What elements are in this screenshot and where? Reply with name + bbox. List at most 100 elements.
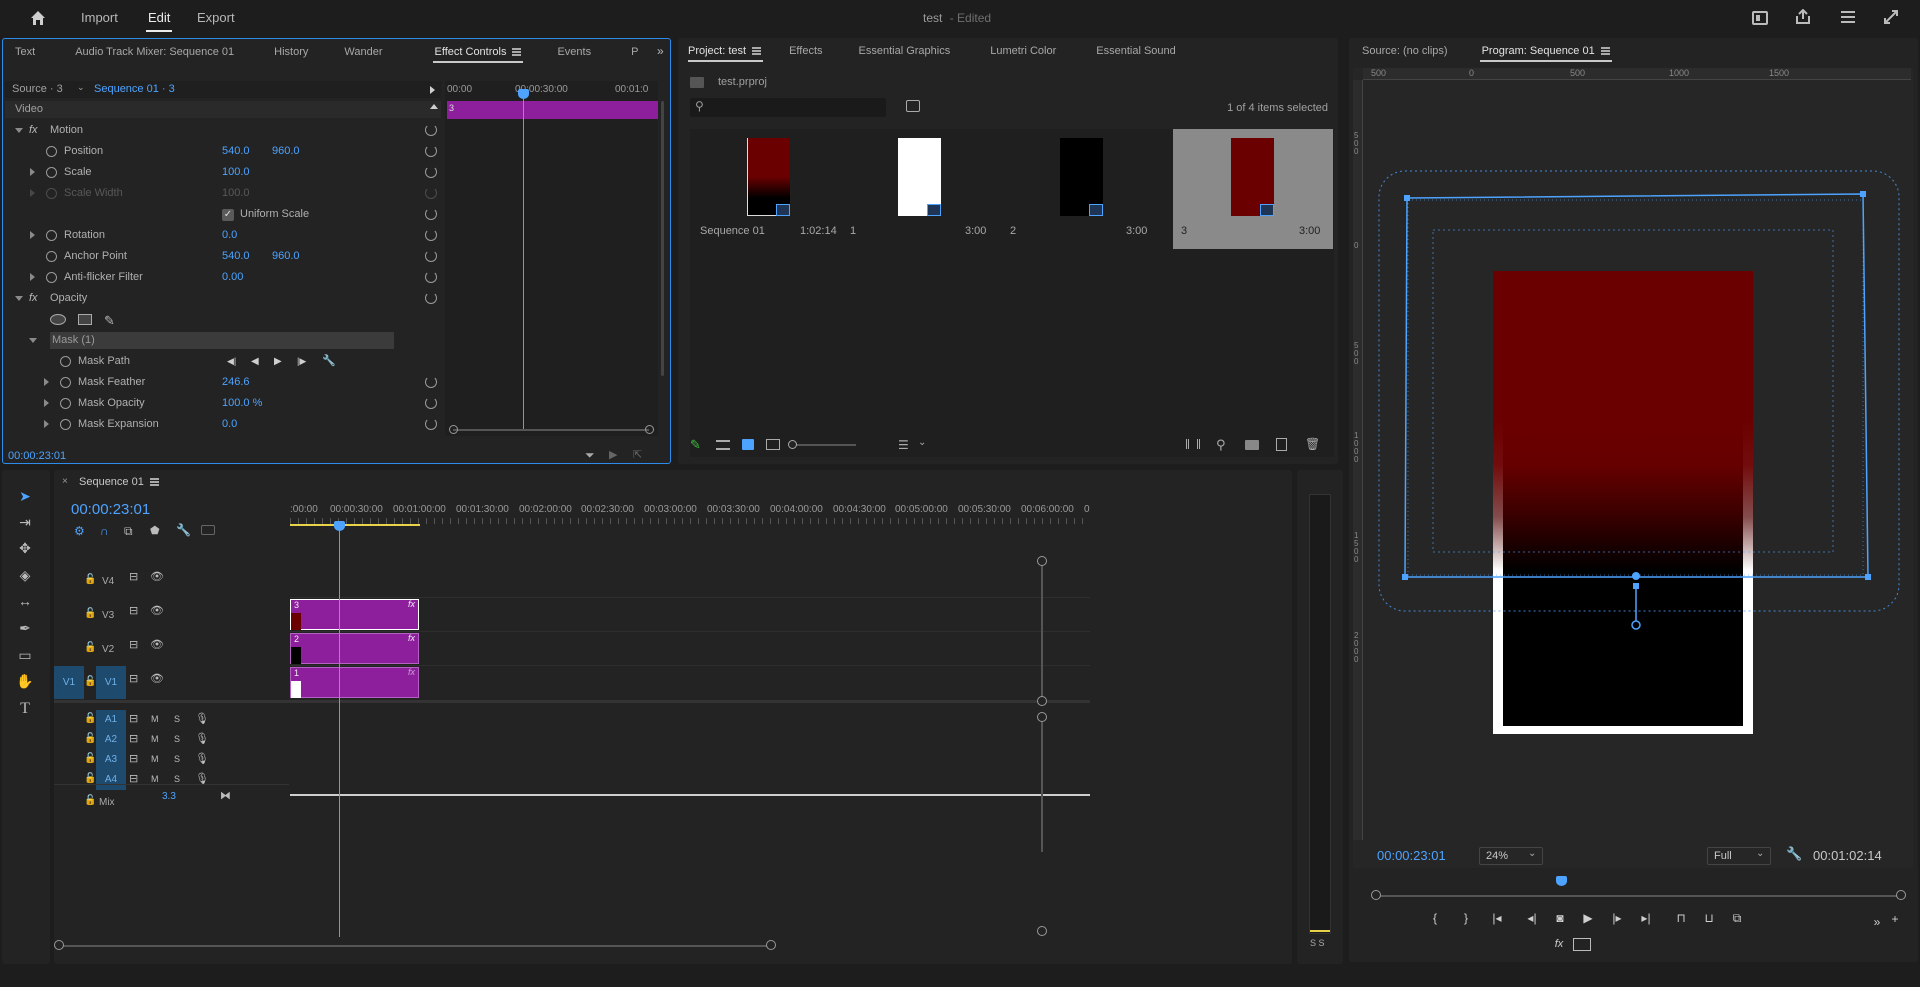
settings-wrench-icon[interactable]: 🔧 xyxy=(1786,846,1802,862)
new-bin-from-search-icon[interactable] xyxy=(906,100,920,112)
mix-end-icon[interactable]: ⧓ xyxy=(220,789,231,802)
timeline-hscroll[interactable] xyxy=(59,945,771,947)
project-search[interactable]: ⚲ xyxy=(690,98,886,117)
menu-import[interactable]: Import xyxy=(81,10,118,25)
expand-mask-icon[interactable] xyxy=(29,338,37,343)
timeline-hscroll-left[interactable] xyxy=(54,940,64,950)
tab-project[interactable]: Project: test xyxy=(678,38,773,64)
tab-source[interactable]: Source: (no clips) xyxy=(1349,38,1460,64)
automate-to-sequence-icon[interactable] xyxy=(1186,439,1200,449)
share-icon[interactable] xyxy=(1795,8,1811,25)
monitor-scrub-right[interactable] xyxy=(1896,890,1906,900)
selection-tool-icon[interactable]: ➤ xyxy=(16,488,34,506)
freeform-view-icon[interactable] xyxy=(766,439,780,450)
mute-button[interactable]: M xyxy=(151,754,159,764)
uniform-scale-checkbox[interactable]: ✓ xyxy=(222,209,234,221)
tab-effect-controls[interactable]: Effect Controls xyxy=(423,39,534,65)
fx-toggle-icon[interactable]: fx xyxy=(1549,938,1569,950)
position-x-value[interactable]: 540.0 xyxy=(222,143,250,160)
lock-icon[interactable]: 🔓 xyxy=(84,574,96,585)
expand-scale-icon[interactable] xyxy=(30,168,35,176)
expand-motion-icon[interactable] xyxy=(15,128,23,133)
sync-lock-icon[interactable]: ⊟ xyxy=(129,604,138,617)
menu-edit[interactable]: Edit xyxy=(148,10,170,25)
tab-program[interactable]: Program: Sequence 01 xyxy=(1470,38,1622,64)
track-a2-label[interactable]: A2 xyxy=(96,730,126,750)
overflow-tabs-icon[interactable]: » xyxy=(657,44,664,58)
lock-icon[interactable]: 🔓 xyxy=(84,773,96,784)
mix-level-line[interactable] xyxy=(290,794,1090,796)
anchor-x-value[interactable]: 540.0 xyxy=(222,248,250,265)
reset-icon[interactable] xyxy=(425,145,437,157)
lock-icon[interactable]: 🔓 xyxy=(84,642,96,653)
fx-icon[interactable]: fx xyxy=(29,122,38,139)
panel-menu-icon[interactable] xyxy=(1600,47,1610,56)
slip-tool-icon[interactable]: ↔ xyxy=(16,593,34,611)
ec-playhead-handle[interactable] xyxy=(518,89,529,99)
clip-3[interactable]: 3 fx xyxy=(290,599,419,630)
reset-icon[interactable] xyxy=(425,250,437,262)
reset-icon[interactable] xyxy=(425,397,437,409)
reset-icon[interactable] xyxy=(425,418,437,430)
stopwatch-icon[interactable] xyxy=(46,146,57,157)
stopwatch-icon[interactable] xyxy=(46,251,57,262)
step-back-icon[interactable]: ◂| xyxy=(1522,911,1542,925)
monitor-playhead[interactable] xyxy=(1556,876,1567,886)
filter-icon[interactable]: ⏷ xyxy=(585,448,595,463)
add-marker-icon[interactable]: ⬟ xyxy=(150,524,160,537)
track-backward-icon[interactable]: ◀| xyxy=(227,353,236,370)
tab-events[interactable]: Events xyxy=(545,39,603,65)
nest-icon[interactable]: ⚙ xyxy=(74,524,85,538)
solo-button[interactable]: S xyxy=(174,734,180,744)
project-item-sequence[interactable]: Sequence 01 1:02:14 xyxy=(690,129,850,249)
tab-effects[interactable]: Effects xyxy=(777,38,834,64)
ripple-edit-tool-icon[interactable]: ✥ xyxy=(16,540,34,558)
new-item-icon[interactable] xyxy=(1276,438,1287,451)
audio-vscroll-top[interactable] xyxy=(1037,712,1047,722)
program-timecode[interactable]: 00:00:23:01 xyxy=(1377,848,1446,863)
chevron-down-icon[interactable]: ⌄ xyxy=(918,437,926,448)
mute-button[interactable]: M xyxy=(151,774,159,784)
monitor-scrub-left[interactable] xyxy=(1371,890,1381,900)
stopwatch-icon[interactable] xyxy=(46,272,57,283)
mask-opacity-value[interactable]: 100.0 % xyxy=(222,395,262,412)
expand-mask-expansion-icon[interactable] xyxy=(44,420,49,428)
workspaces-icon[interactable] xyxy=(1752,11,1768,25)
zoom-slider-handle[interactable] xyxy=(788,440,797,449)
track-select-tool-icon[interactable]: ⇥ xyxy=(16,514,34,532)
mask-opacity-row[interactable]: Mask Opacity 100.0 % xyxy=(5,395,441,412)
timeline-playhead[interactable] xyxy=(339,527,340,937)
timeline-settings-icon[interactable]: 🔧 xyxy=(176,523,191,537)
mark-out-icon[interactable]: } xyxy=(1456,911,1476,925)
anti-flicker-row[interactable]: Anti-flicker Filter 0.00 xyxy=(5,269,441,286)
tab-text[interactable]: Text xyxy=(3,39,47,65)
captions-icon[interactable] xyxy=(201,525,215,535)
work-area-bar[interactable] xyxy=(290,524,420,526)
safe-margins-icon[interactable] xyxy=(1573,938,1591,951)
sync-lock-icon[interactable]: ⊟ xyxy=(129,732,138,745)
opacity-row[interactable]: fx Opacity xyxy=(5,290,441,307)
more-controls-icon[interactable]: » xyxy=(1867,915,1887,929)
menu-export[interactable]: Export xyxy=(197,10,235,25)
sync-lock-icon[interactable]: ⊟ xyxy=(129,752,138,765)
mute-button[interactable]: M xyxy=(151,714,159,724)
sync-lock-icon[interactable]: ⊟ xyxy=(129,672,138,685)
mute-button[interactable]: M xyxy=(151,734,159,744)
sync-lock-icon[interactable]: ⊟ xyxy=(129,638,138,651)
new-bin-icon[interactable] xyxy=(1245,440,1259,450)
sequence-clip-label[interactable]: Sequence 01 · 3 xyxy=(94,83,175,95)
eye-icon[interactable]: 👁 xyxy=(150,672,164,685)
scale-row[interactable]: Scale 100.0 xyxy=(5,164,441,181)
reset-icon[interactable] xyxy=(425,376,437,388)
play-audio-icon[interactable]: ▶ xyxy=(609,448,617,461)
tab-history[interactable]: History xyxy=(262,39,320,65)
ellipse-mask-icon[interactable] xyxy=(50,314,66,325)
source-patch-v1[interactable]: V1 xyxy=(54,666,84,699)
tab-lumetri-color[interactable]: Lumetri Color xyxy=(978,38,1068,64)
pencil-icon[interactable]: ✎ xyxy=(690,437,701,453)
video-vscroll-bottom[interactable] xyxy=(1037,696,1047,706)
clip-2[interactable]: 2 fx xyxy=(290,633,419,664)
ec-scrollbar[interactable] xyxy=(453,429,649,431)
step-forward-icon[interactable]: |▸ xyxy=(1607,911,1627,925)
play-icon[interactable]: ▶ xyxy=(1578,911,1598,925)
